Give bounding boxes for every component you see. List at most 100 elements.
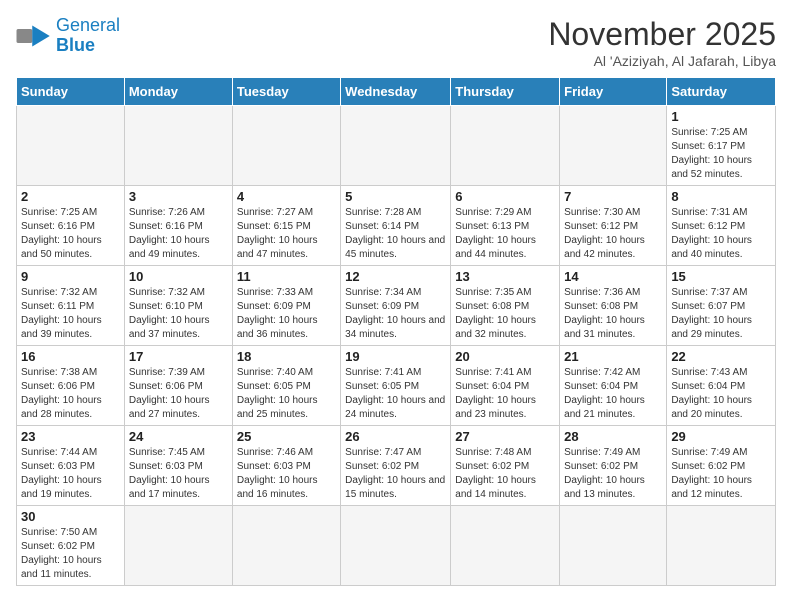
- calendar-cell: 4Sunrise: 7:27 AM Sunset: 6:15 PM Daylig…: [232, 186, 340, 266]
- weekday-header-row: SundayMondayTuesdayWednesdayThursdayFrid…: [17, 78, 776, 106]
- logo-general: General: [56, 15, 120, 35]
- calendar-cell: 22 Sunrise: 7:43 AM Sunset: 6:04 PM Dayli…: [667, 346, 776, 426]
- day-number: 30: [21, 509, 120, 524]
- calendar-cell: 6 Sunrise: 7:29 AM Sunset: 6:13 PM Daylig…: [451, 186, 560, 266]
- calendar-cell: 23 Sunrise: 7:44 AM Sunset: 6:03 PM Dayli…: [17, 426, 125, 506]
- day-number: 26: [345, 429, 446, 444]
- month-year: November 2025: [548, 16, 776, 53]
- day-info: Sunrise: 7:34 AM Sunset: 6:09 PM Dayligh…: [345, 286, 446, 342]
- calendar-cell: 21Sunrise: 7:42 AM Sunset: 6:04 PM Dayli…: [560, 346, 667, 426]
- weekday-header-thursday: Thursday: [451, 78, 560, 106]
- day-info: Sunrise: 7:36 AM Sunset: 6:08 PM Dayligh…: [564, 286, 662, 342]
- calendar-cell: 7Sunrise: 7:30 AM Sunset: 6:12 PM Daylig…: [560, 186, 667, 266]
- day-number: 8: [671, 189, 771, 204]
- day-number: 23: [21, 429, 120, 444]
- calendar-cell: 28 Sunrise: 7:49 AM Sunset: 6:02 PM Dayli…: [560, 426, 667, 506]
- calendar-cell: 2 Sunrise: 7:25 AM Sunset: 6:16 PM Daylig…: [17, 186, 125, 266]
- page-header: General Blue November 2025 Al 'Aziziyah,…: [16, 16, 776, 69]
- day-info: Sunrise: 7:40 AM Sunset: 6:05 PM Dayligh…: [237, 366, 336, 422]
- weekday-header-tuesday: Tuesday: [232, 78, 340, 106]
- location: Al 'Aziziyah, Al Jafarah, Libya: [548, 53, 776, 69]
- day-number: 15: [671, 269, 771, 284]
- day-info: Sunrise: 7:50 AM Sunset: 6:02 PM Dayligh…: [21, 526, 120, 582]
- day-info: Sunrise: 7:41 AM Sunset: 6:05 PM Dayligh…: [345, 366, 446, 422]
- day-number: 22: [671, 349, 771, 364]
- day-info: Sunrise: 7:28 AM Sunset: 6:14 PM Dayligh…: [345, 206, 446, 262]
- calendar-cell: 20 Sunrise: 7:41 AM Sunset: 6:04 PM Dayli…: [451, 346, 560, 426]
- calendar-cell: 27Sunrise: 7:48 AM Sunset: 6:02 PM Dayli…: [451, 426, 560, 506]
- week-row-6: 30 Sunrise: 7:50 AM Sunset: 6:02 PM Dayli…: [17, 506, 776, 586]
- day-number: 29: [671, 429, 771, 444]
- day-info: Sunrise: 7:25 AM Sunset: 6:17 PM Dayligh…: [671, 126, 771, 182]
- calendar-cell: 16Sunrise: 7:38 AM Sunset: 6:06 PM Dayli…: [17, 346, 125, 426]
- day-number: 20: [455, 349, 555, 364]
- day-number: 2: [21, 189, 120, 204]
- calendar-cell: 24 Sunrise: 7:45 AM Sunset: 6:03 PM Dayli…: [124, 426, 232, 506]
- day-number: 10: [129, 269, 228, 284]
- calendar-cell: 18 Sunrise: 7:40 AM Sunset: 6:05 PM Dayli…: [232, 346, 340, 426]
- day-number: 19: [345, 349, 446, 364]
- weekday-header-saturday: Saturday: [667, 78, 776, 106]
- weekday-header-friday: Friday: [560, 78, 667, 106]
- day-info: Sunrise: 7:33 AM Sunset: 6:09 PM Dayligh…: [237, 286, 336, 342]
- day-number: 21: [564, 349, 662, 364]
- day-number: 18: [237, 349, 336, 364]
- day-info: Sunrise: 7:44 AM Sunset: 6:03 PM Dayligh…: [21, 446, 120, 502]
- day-info: Sunrise: 7:32 AM Sunset: 6:11 PM Dayligh…: [21, 286, 120, 342]
- calendar-cell: [341, 506, 451, 586]
- calendar-cell: 17Sunrise: 7:39 AM Sunset: 6:06 PM Dayli…: [124, 346, 232, 426]
- day-info: Sunrise: 7:48 AM Sunset: 6:02 PM Dayligh…: [455, 446, 555, 502]
- calendar-cell: [560, 506, 667, 586]
- day-info: Sunrise: 7:38 AM Sunset: 6:06 PM Dayligh…: [21, 366, 120, 422]
- calendar-cell: [341, 106, 451, 186]
- day-info: Sunrise: 7:49 AM Sunset: 6:02 PM Dayligh…: [564, 446, 662, 502]
- title-block: November 2025 Al 'Aziziyah, Al Jafarah, …: [548, 16, 776, 69]
- day-number: 9: [21, 269, 120, 284]
- week-row-4: 16Sunrise: 7:38 AM Sunset: 6:06 PM Dayli…: [17, 346, 776, 426]
- calendar-cell: 15 Sunrise: 7:37 AM Sunset: 6:07 PM Dayli…: [667, 266, 776, 346]
- calendar-cell: [451, 106, 560, 186]
- day-number: 24: [129, 429, 228, 444]
- calendar-cell: [667, 506, 776, 586]
- weekday-header-sunday: Sunday: [17, 78, 125, 106]
- day-info: Sunrise: 7:37 AM Sunset: 6:07 PM Dayligh…: [671, 286, 771, 342]
- day-number: 14: [564, 269, 662, 284]
- day-number: 28: [564, 429, 662, 444]
- calendar-cell: 12 Sunrise: 7:34 AM Sunset: 6:09 PM Dayli…: [341, 266, 451, 346]
- calendar-cell: 10 Sunrise: 7:32 AM Sunset: 6:10 PM Dayli…: [124, 266, 232, 346]
- day-info: Sunrise: 7:31 AM Sunset: 6:12 PM Dayligh…: [671, 206, 771, 262]
- day-info: Sunrise: 7:27 AM Sunset: 6:15 PM Dayligh…: [237, 206, 336, 262]
- calendar-cell: 8 Sunrise: 7:31 AM Sunset: 6:12 PM Daylig…: [667, 186, 776, 266]
- day-info: Sunrise: 7:32 AM Sunset: 6:10 PM Dayligh…: [129, 286, 228, 342]
- calendar-cell: [17, 106, 125, 186]
- day-number: 12: [345, 269, 446, 284]
- day-info: Sunrise: 7:29 AM Sunset: 6:13 PM Dayligh…: [455, 206, 555, 262]
- day-info: Sunrise: 7:26 AM Sunset: 6:16 PM Dayligh…: [129, 206, 228, 262]
- calendar-cell: [124, 106, 232, 186]
- calendar-cell: [232, 506, 340, 586]
- day-info: Sunrise: 7:39 AM Sunset: 6:06 PM Dayligh…: [129, 366, 228, 422]
- logo-icon: [16, 22, 52, 50]
- calendar-cell: 30 Sunrise: 7:50 AM Sunset: 6:02 PM Dayli…: [17, 506, 125, 586]
- day-number: 7: [564, 189, 662, 204]
- day-info: Sunrise: 7:49 AM Sunset: 6:02 PM Dayligh…: [671, 446, 771, 502]
- calendar-cell: 29 Sunrise: 7:49 AM Sunset: 6:02 PM Dayli…: [667, 426, 776, 506]
- week-row-5: 23 Sunrise: 7:44 AM Sunset: 6:03 PM Dayli…: [17, 426, 776, 506]
- day-number: 3: [129, 189, 228, 204]
- calendar-cell: [232, 106, 340, 186]
- calendar-cell: 26Sunrise: 7:47 AM Sunset: 6:02 PM Dayli…: [341, 426, 451, 506]
- day-number: 13: [455, 269, 555, 284]
- calendar-cell: 19 Sunrise: 7:41 AM Sunset: 6:05 PM Dayli…: [341, 346, 451, 426]
- calendar-cell: [124, 506, 232, 586]
- day-info: Sunrise: 7:35 AM Sunset: 6:08 PM Dayligh…: [455, 286, 555, 342]
- day-number: 11: [237, 269, 336, 284]
- day-info: Sunrise: 7:25 AM Sunset: 6:16 PM Dayligh…: [21, 206, 120, 262]
- day-info: Sunrise: 7:43 AM Sunset: 6:04 PM Dayligh…: [671, 366, 771, 422]
- day-info: Sunrise: 7:46 AM Sunset: 6:03 PM Dayligh…: [237, 446, 336, 502]
- day-info: Sunrise: 7:45 AM Sunset: 6:03 PM Dayligh…: [129, 446, 228, 502]
- day-info: Sunrise: 7:41 AM Sunset: 6:04 PM Dayligh…: [455, 366, 555, 422]
- day-number: 6: [455, 189, 555, 204]
- week-row-1: 1Sunrise: 7:25 AM Sunset: 6:17 PM Daylig…: [17, 106, 776, 186]
- week-row-3: 9 Sunrise: 7:32 AM Sunset: 6:11 PM Daylig…: [17, 266, 776, 346]
- calendar-cell: 25Sunrise: 7:46 AM Sunset: 6:03 PM Dayli…: [232, 426, 340, 506]
